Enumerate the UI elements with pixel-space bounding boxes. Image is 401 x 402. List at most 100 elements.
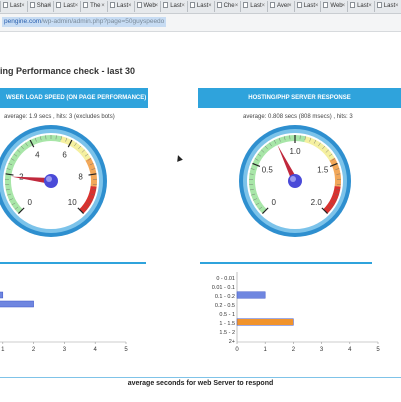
browser-load-speed-header-label: WSER LOAD SPEED (ON PAGE PERFORMANCE) [6,95,147,101]
browser-tab[interactable]: Che × [213,1,241,12]
gauge-tick-label: 1.0 [289,147,301,156]
close-tab-icon[interactable]: × [208,1,212,12]
chart-category-label: 2+ [229,339,235,345]
browser-tab-label: Last [63,3,75,9]
chart-bar [236,291,266,299]
chart-x-tick-label: 5 [376,347,380,353]
browser-tab[interactable]: Last × [0,1,27,12]
gauge-tick-label: 2 [19,172,24,181]
chart-bar [0,300,34,308]
address-bar[interactable]: pengine.com/wp-admin/admin.php?page=50gu… [0,14,401,32]
browser-tab[interactable]: The × [80,1,107,12]
browser-tab[interactable]: Last × [373,1,401,12]
close-tab-icon[interactable]: × [235,1,239,12]
gauge-tick-label: 8 [78,172,83,181]
close-tab-icon[interactable]: × [21,1,25,12]
close-tab-icon[interactable]: × [368,1,372,12]
close-tab-icon[interactable]: × [395,1,399,12]
gauge-tick-label: 0 [28,198,33,207]
close-tab-icon[interactable]: × [75,1,79,12]
browser-tab-label: Last [357,3,369,9]
page-icon [216,2,222,8]
browser-load-histogram: 1 2 3 4 5 [0,291,128,353]
browser-tab[interactable]: Last × [293,1,321,12]
chart-x-tick-label: 1 [1,347,5,353]
browser-load-speed-gauge: 0 2 4 6 8 10 [0,125,107,237]
close-tab-icon[interactable]: × [128,1,132,12]
browser-tab[interactable]: Last × [53,1,80,12]
page-icon [350,2,356,8]
chart-x-tick-label: 1 [264,347,268,353]
gauge-tick-label: 1.5 [317,166,329,175]
gauge-tick-label: 0 [272,198,277,207]
chart-x-tick-label: 3 [320,347,324,353]
browser-tab-label: Last [250,3,262,9]
gauge-tick-label: 4 [35,150,40,159]
browser-tab[interactable]: Last × [186,1,214,12]
gauge-hub-highlight [290,176,296,182]
close-tab-icon[interactable]: × [155,1,159,12]
browser-tab-label: Last [303,3,316,9]
server-response-header: HOSTING/PHP SERVER RESPONSE [198,88,401,108]
page-icon [136,2,142,8]
url-text[interactable]: pengine.com/wp-admin/admin.php?page=50gu… [2,17,167,27]
chart-category-label: 0.1 - 0.2 [215,294,235,300]
browser-tab[interactable]: Shari × [26,1,54,12]
browser-tab[interactable]: Web × [320,1,347,12]
browser-load-speed-subtitle: average: 1.9 secs , hits: 3 (excludes bo… [4,114,115,120]
mouse-cursor-icon [175,154,183,162]
page-icon [29,2,35,8]
gauge-tick-label: 0.5 [262,166,274,175]
close-tab-icon[interactable]: × [181,1,185,12]
browser-tab[interactable]: Last × [160,1,187,12]
page-icon [270,2,275,8]
url-host: pengine.com [4,18,42,25]
browser-tab-label: Last [116,3,129,9]
browser-tab[interactable]: Last × [106,1,134,12]
browser-tab[interactable]: Aver × [267,1,294,12]
browser-tab[interactable]: Last × [240,1,267,12]
chart-bar [0,291,4,299]
browser-tab[interactable]: Web × [133,1,161,12]
browser-load-speed-header: WSER LOAD SPEED (ON PAGE PERFORMANCE) [0,88,148,108]
page-icon [243,2,249,8]
gauge-hub-highlight [46,176,52,182]
server-response-histogram: 0 1 2 3 4 5 0 - 0.01 0.01 - 0.1 0.1 - 0.2 0.2 - 0… [212,272,380,353]
server-response-header-label: HOSTING/PHP SERVER RESPONSE [248,95,351,101]
server-response-subtitle: average: 0.808 secs (808 msecs) , hits: … [243,114,353,120]
chart-x-tick-label: 5 [124,347,128,353]
page-icon [109,2,115,8]
server-response-gauge: 0 0.5 1.0 1.5 2.0 [239,125,351,237]
close-tab-icon[interactable]: × [288,1,292,12]
page-icon [323,2,329,8]
page-icon [163,2,169,8]
chart-category-label: 0.5 - 1 [219,312,235,318]
page-title: ing Performance check - last 30 [0,66,136,76]
chart-bar [236,318,294,326]
browser-tab-label: Last [383,3,396,9]
close-tab-icon[interactable]: × [48,1,52,12]
chart-category-label: 0.2 - 0.5 [215,303,235,309]
browser-tab-label: Last [10,3,22,9]
url-path: /wp-admin/admin.php?page=50guyspeedo [41,18,165,25]
browser-tab[interactable]: Last × [347,1,374,12]
close-tab-icon[interactable]: × [261,1,265,12]
chart-category-label: 1 - 1.5 [219,321,235,327]
page-icon [56,2,62,8]
close-tab-icon[interactable]: × [342,1,346,12]
close-tab-icon[interactable]: × [101,1,105,12]
gauge-tick-label: 2.0 [311,198,323,207]
right-chart-top-rule [200,262,372,264]
browser-tab-label: Che [223,3,235,9]
close-tab-icon[interactable]: × [315,1,319,12]
chart-category-label: 0 - 0.01 [216,276,235,282]
page-icon [376,2,382,8]
chart-category-label: 1.5 - 2 [219,330,235,336]
page-icon [83,2,89,8]
chart-category-label: 0.01 - 0.1 [212,285,235,291]
page-icon [3,2,8,8]
browser-tab-label: The [90,3,101,9]
browser-tab-label: Last [196,3,209,9]
chart-x-tick-label: 3 [63,347,67,353]
chart-x-tick-label: 4 [94,347,98,353]
